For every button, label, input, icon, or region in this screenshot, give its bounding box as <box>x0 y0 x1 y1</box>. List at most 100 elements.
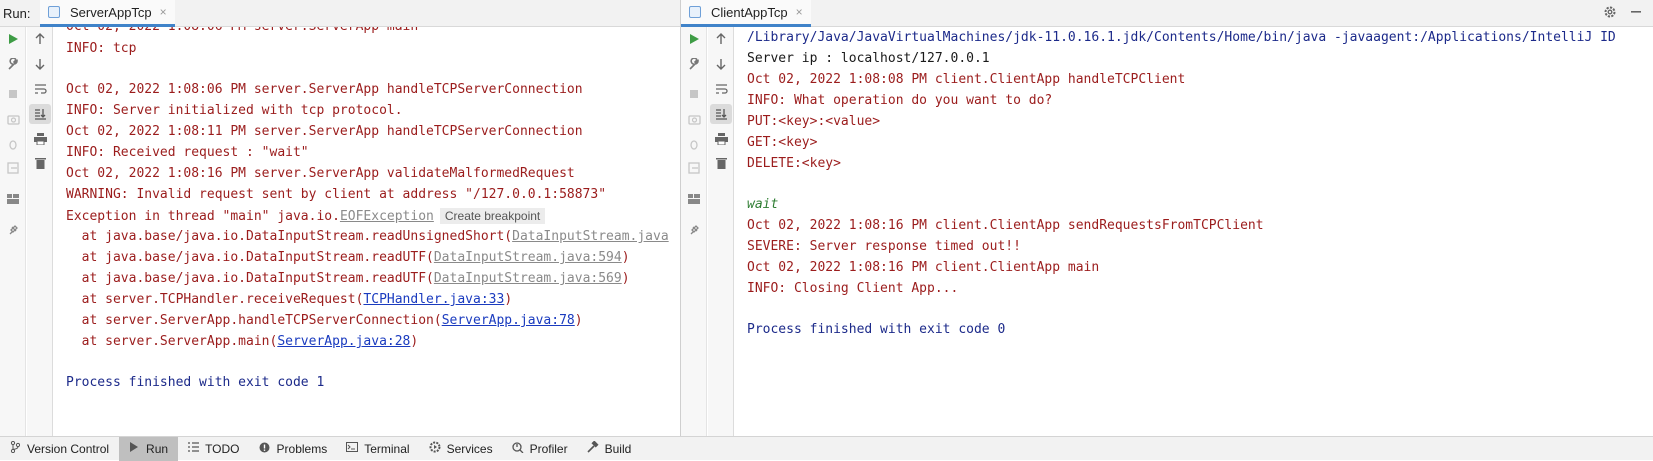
console-line: PUT:<key>:<value> <box>747 114 881 129</box>
stack-frame-link[interactable]: DataInputStream.java <box>512 229 669 244</box>
tool-label: Profiler <box>529 441 568 456</box>
console-line: Oct 02, 2022 1:08:16 PM client.ClientApp… <box>747 218 1264 233</box>
console-line: Oct 02, 2022 1:08:06 PM server.ServerApp… <box>66 82 583 97</box>
close-icon[interactable]: × <box>160 5 167 19</box>
stack-frame-link[interactable]: ServerApp.java:28 <box>277 334 410 349</box>
soft-wrap-icon[interactable] <box>27 79 53 99</box>
play-icon <box>127 442 141 455</box>
profiler-icon <box>511 441 525 456</box>
tool-label: Terminal <box>364 441 410 456</box>
debug-icon[interactable] <box>0 134 26 154</box>
tool-label: Problems <box>276 441 328 456</box>
tool-terminal[interactable]: Terminal <box>337 437 419 461</box>
stack-trace-line: at java.base/java.io.DataInputStream.rea… <box>66 247 630 269</box>
exit-icon[interactable] <box>681 158 707 178</box>
scroll-to-end-icon[interactable] <box>710 104 732 124</box>
exit-icon[interactable] <box>0 158 26 178</box>
console-line: Server ip : localhost/127.0.0.1 <box>747 51 990 66</box>
gear-icon[interactable] <box>1603 5 1617 22</box>
client-console-output[interactable]: /Library/Java/JavaVirtualMachines/jdk-11… <box>735 27 1653 436</box>
run-label: Run: <box>3 6 31 21</box>
stack-trace-line: at server.ServerApp.handleTCPServerConne… <box>66 310 583 332</box>
console-line: INFO: What operation do you want to do? <box>747 93 1053 108</box>
camera-icon[interactable] <box>0 109 26 129</box>
tab-client-app-tcp[interactable]: ClientAppTcp × <box>681 0 811 27</box>
arrow-up-icon[interactable] <box>708 29 734 49</box>
layout-icon[interactable] <box>681 189 707 209</box>
tool-todo[interactable]: TODO <box>178 437 249 461</box>
console-line: Oct 02, 2022 1:08:11 PM server.ServerApp… <box>66 124 583 139</box>
scroll-to-end-icon[interactable] <box>29 104 51 124</box>
tool-label: Version Control <box>27 441 110 456</box>
services-icon <box>428 441 442 456</box>
console-line: INFO: Closing Client App... <box>747 281 959 296</box>
stack-frame-link[interactable]: DataInputStream.java:569 <box>434 271 622 286</box>
tool-services[interactable]: Services <box>420 437 503 461</box>
wrench-icon[interactable] <box>681 54 707 74</box>
stack-frame-text: at java.base/java.io.DataInputStream.rea… <box>66 250 434 265</box>
arrow-down-icon[interactable] <box>708 54 734 74</box>
print-icon[interactable] <box>27 129 53 149</box>
right-run-toolbar <box>681 27 707 436</box>
soft-wrap-icon[interactable] <box>708 79 734 99</box>
console-line: DELETE:<key> <box>747 156 841 171</box>
tool-window-bar: Version Control Run TODO Problems Termin… <box>0 436 1653 461</box>
stack-frame-link[interactable]: ServerApp.java:78 <box>442 313 575 328</box>
tool-label: Services <box>446 441 493 456</box>
pin-icon[interactable] <box>0 220 26 240</box>
left-run-toolbar <box>0 27 26 436</box>
console-line: INFO: Received request : "wait" <box>66 145 309 160</box>
console-line: Oct 02, 2022 1:08:06 PM server.ServerApp… <box>66 27 418 38</box>
stop-icon[interactable] <box>0 84 26 104</box>
debug-icon[interactable] <box>681 134 707 154</box>
create-breakpoint-hint[interactable]: Create breakpoint <box>439 208 546 224</box>
tool-label: TODO <box>205 441 240 456</box>
exception-class-link[interactable]: EOFException <box>340 209 434 224</box>
console-line: GET:<key> <box>747 135 818 150</box>
console-line: INFO: tcp <box>66 41 137 56</box>
tab-server-app-tcp[interactable]: ServerAppTcp × <box>40 0 175 27</box>
stack-frame-text: at java.base/java.io.DataInputStream.rea… <box>66 229 513 244</box>
camera-icon[interactable] <box>681 109 707 129</box>
run-config-icon <box>689 6 701 18</box>
exception-prefix: Exception in thread "main" java.io. <box>66 209 340 224</box>
console-line: INFO: Server initialized with tcp protoc… <box>66 103 403 118</box>
stack-trace-line: at server.ServerApp.main(ServerApp.java:… <box>66 331 419 353</box>
run-config-icon <box>48 6 60 18</box>
stack-frame-link[interactable]: TCPHandler.java:33 <box>363 292 504 307</box>
exception-line: Exception in thread "main" java.io.EOFEx… <box>66 205 546 227</box>
exit-code-line: Process finished with exit code 1 <box>66 375 325 390</box>
console-line: Oct 02, 2022 1:08:16 PM client.ClientApp… <box>747 260 1100 275</box>
minimize-icon[interactable] <box>1629 5 1643 22</box>
stack-frame-suffix: ) <box>621 271 630 286</box>
rerun-icon[interactable] <box>0 29 26 49</box>
tool-run[interactable]: Run <box>119 436 179 461</box>
stack-frame-link[interactable]: DataInputStream.java:594 <box>434 250 622 265</box>
right-tab-bar: ClientAppTcp × <box>681 0 1653 27</box>
tool-label: Run <box>146 441 169 456</box>
layout-icon[interactable] <box>0 189 26 209</box>
tab-title: ServerAppTcp <box>70 4 152 20</box>
stack-frame-suffix: ) <box>621 250 630 265</box>
server-console-output[interactable]: Oct 02, 2022 1:08:06 PM server.ServerApp… <box>54 27 680 436</box>
pin-icon[interactable] <box>681 220 707 240</box>
arrow-down-icon[interactable] <box>27 54 53 74</box>
arrow-up-icon[interactable] <box>27 29 53 49</box>
print-icon[interactable] <box>708 129 734 149</box>
trash-icon[interactable] <box>27 153 53 173</box>
rerun-icon[interactable] <box>681 29 707 49</box>
wrench-icon[interactable] <box>0 54 26 74</box>
trash-icon[interactable] <box>708 153 734 173</box>
close-icon[interactable]: × <box>796 5 803 19</box>
terminal-icon <box>345 442 359 455</box>
tool-problems[interactable]: Problems <box>250 437 338 461</box>
stack-frame-text: at server.ServerApp.main( <box>66 334 278 349</box>
stop-icon[interactable] <box>681 84 707 104</box>
tool-profiler[interactable]: Profiler <box>503 437 578 461</box>
console-line: Oct 02, 2022 1:08:16 PM server.ServerApp… <box>66 166 575 181</box>
right-console-toolbar <box>708 27 734 436</box>
tool-version-control[interactable]: Version Control <box>0 437 119 461</box>
tool-build[interactable]: Build <box>578 437 642 461</box>
console-line: Oct 02, 2022 1:08:08 PM client.ClientApp… <box>747 72 1186 87</box>
stack-frame-suffix: ) <box>410 334 419 349</box>
